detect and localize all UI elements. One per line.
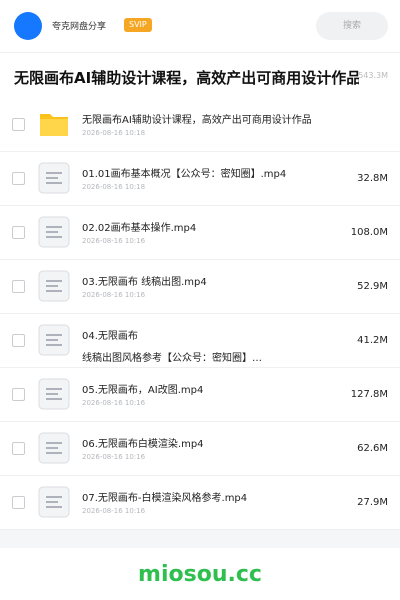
select-checkbox[interactable] <box>12 388 25 401</box>
file-name: 无限画布AI辅助设计课程，高效产出可商用设计作品 <box>82 115 312 126</box>
folder-icon <box>40 114 68 136</box>
file-size: 52.9M <box>357 281 388 292</box>
file-icon <box>38 378 70 410</box>
file-date: 2026-08-16 10:16 <box>82 291 146 299</box>
list-item[interactable]: 无限画布AI辅助设计课程，高效产出可商用设计作品 2026-08-16 10:1… <box>0 98 400 152</box>
file-date: 2026-08-16 10:16 <box>82 237 146 245</box>
file-date: 2026-08-16 10:16 <box>82 453 146 461</box>
file-icon <box>38 270 70 302</box>
file-icon <box>38 432 70 464</box>
file-size: 108.0M <box>350 227 388 238</box>
select-checkbox[interactable] <box>12 496 25 509</box>
file-list: 无限画布AI辅助设计课程，高效产出可商用设计作品 2026-08-16 10:1… <box>0 98 400 530</box>
list-item[interactable]: 03.无限画布 线稿出图.mp4 2026-08-16 10:16 52.9M <box>0 260 400 314</box>
file-name: 02.02画布基本操作.mp4 <box>82 223 197 234</box>
list-item[interactable]: 04.无限画布 线稿出图风格参考【公众号：密知圈】… 41.2M <box>0 314 400 368</box>
share-size: 543.3M <box>358 71 388 80</box>
list-item[interactable]: 06.无限画布白模渲染.mp4 2026-08-16 10:16 62.6M <box>0 422 400 476</box>
share-title: 无限画布AI辅助设计课程，高效产出可商用设计作品 <box>14 69 359 87</box>
watermark-text: miosou.cc <box>138 562 262 587</box>
svip-badge: SVIP <box>124 18 152 32</box>
list-item[interactable]: 02.02画布基本操作.mp4 2026-08-16 10:16 108.0M <box>0 206 400 260</box>
file-name: 01.01画布基本概况【公众号：密知圈】.mp4 <box>82 169 287 180</box>
file-name: 07.无限画布-白模渲染风格参考.mp4 <box>82 493 248 504</box>
file-size: 127.8M <box>350 389 388 400</box>
file-date: 2026-08-16 10:16 <box>82 507 146 515</box>
select-checkbox[interactable] <box>12 118 25 131</box>
file-icon <box>38 216 70 248</box>
select-checkbox[interactable] <box>12 280 25 293</box>
search-input[interactable] <box>316 12 388 40</box>
file-date: 2026-08-16 10:18 <box>82 183 146 191</box>
list-item[interactable]: 05.无限画布，AI改图.mp4 2026-08-16 10:16 127.8M <box>0 368 400 422</box>
file-size: 62.6M <box>357 443 388 454</box>
select-checkbox[interactable] <box>12 442 25 455</box>
file-date: 2026-08-16 10:18 <box>82 129 146 137</box>
file-icon <box>38 324 70 356</box>
file-name: 05.无限画布，AI改图.mp4 <box>82 385 204 396</box>
list-item[interactable]: 07.无限画布-白模渲染风格参考.mp4 2026-08-16 10:16 27… <box>0 476 400 530</box>
list-item[interactable]: 01.01画布基本概况【公众号：密知圈】.mp4 2026-08-16 10:1… <box>0 152 400 206</box>
file-size: 41.2M <box>357 335 388 346</box>
select-checkbox[interactable] <box>12 334 25 347</box>
file-size: 32.8M <box>357 173 388 184</box>
username: 夸克网盘分享 <box>52 22 107 32</box>
file-name-line2: 线稿出图风格参考【公众号：密知圈】… <box>82 353 262 364</box>
file-size: 27.9M <box>357 497 388 508</box>
file-icon <box>38 486 70 518</box>
file-name: 06.无限画布白模渲染.mp4 <box>82 439 204 450</box>
file-name: 04.无限画布 <box>82 331 138 342</box>
file-icon <box>38 162 70 194</box>
select-checkbox[interactable] <box>12 226 25 239</box>
file-date: 2026-08-16 10:16 <box>82 399 146 407</box>
select-checkbox[interactable] <box>12 172 25 185</box>
share-title-bar: 无限画布AI辅助设计课程，高效产出可商用设计作品 543.3M <box>0 52 400 98</box>
file-name: 03.无限画布 线稿出图.mp4 <box>82 277 207 288</box>
avatar[interactable] <box>14 12 42 40</box>
app-header: 夸克网盘分享 SVIP <box>0 0 400 52</box>
